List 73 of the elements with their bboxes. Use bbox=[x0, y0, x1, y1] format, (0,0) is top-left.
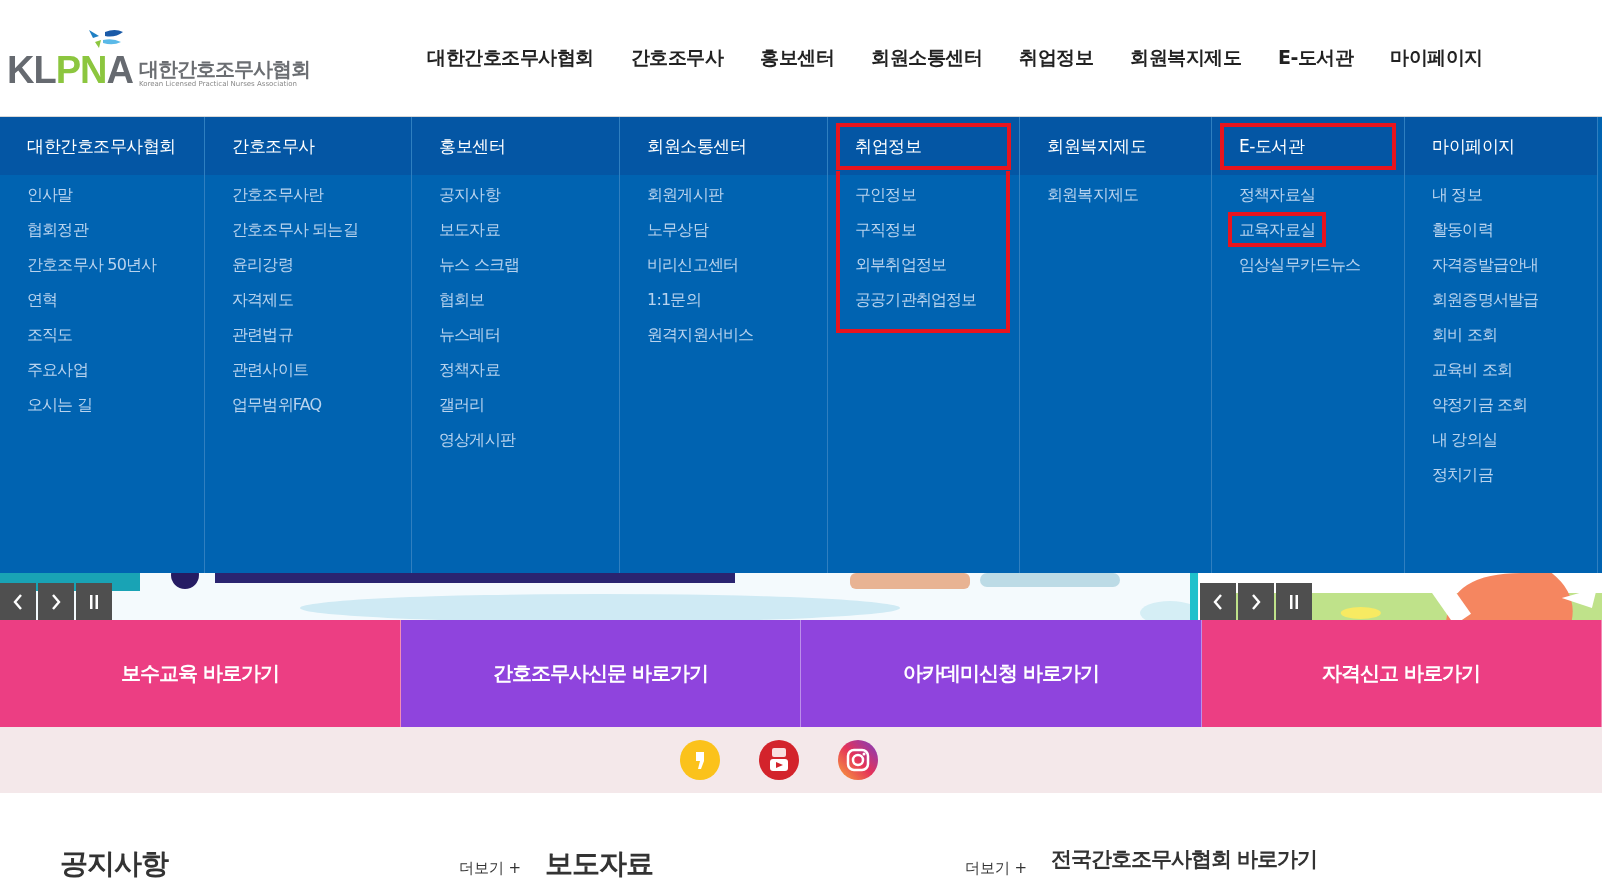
next-button[interactable] bbox=[1238, 583, 1274, 620]
menu-item[interactable]: 주요사업 bbox=[16, 352, 99, 387]
menu-item[interactable]: 교육비 조회 bbox=[1421, 352, 1524, 387]
menu-item[interactable]: 자격제도 bbox=[221, 282, 304, 317]
menu-item[interactable]: 정치기금 bbox=[1421, 457, 1504, 492]
menu-item[interactable]: 구직정보 bbox=[844, 212, 927, 247]
menu-item[interactable]: 뉴스레터 bbox=[428, 317, 511, 352]
pause-icon bbox=[1289, 593, 1299, 610]
menu-heading[interactable]: E-도서관 bbox=[1220, 122, 1396, 170]
more-link[interactable]: 더보기 + bbox=[964, 859, 1027, 878]
menu-item[interactable]: 임상실무카드뉴스 bbox=[1228, 247, 1372, 282]
nav-link[interactable]: 간호조무사 bbox=[630, 45, 723, 71]
menu-item[interactable]: 회원증명서발급 bbox=[1421, 282, 1550, 317]
menu-item[interactable]: 정책자료 bbox=[428, 352, 511, 387]
menu-item[interactable]: 약정기금 조회 bbox=[1421, 387, 1539, 422]
menu-item[interactable]: 교육자료실 bbox=[1228, 212, 1326, 247]
previous-icon bbox=[1213, 593, 1223, 610]
menu-item[interactable]: 노무상담 bbox=[636, 212, 719, 247]
menu-item[interactable]: 조직도 bbox=[16, 317, 84, 352]
menu-item[interactable]: 1:1문의 bbox=[636, 282, 712, 317]
pause-button[interactable] bbox=[1276, 583, 1312, 620]
nav-link[interactable]: 홍보센터 bbox=[760, 45, 834, 71]
menu-item[interactable]: 관련법규 bbox=[221, 317, 304, 352]
menu-item[interactable]: 구인정보 bbox=[844, 177, 927, 212]
menu-heading[interactable]: 취업정보 bbox=[836, 122, 1011, 170]
logo-wordmark: KLPNA bbox=[7, 50, 133, 89]
menu-item[interactable]: 외부취업정보 bbox=[844, 247, 958, 282]
section-title: 공지사항 bbox=[60, 846, 168, 882]
menu-item[interactable]: 자격증발급안내 bbox=[1421, 247, 1550, 282]
next-icon bbox=[1251, 593, 1261, 610]
menu-item[interactable]: 회원게시판 bbox=[636, 177, 734, 212]
menu-item[interactable]: 회비 조회 bbox=[1421, 317, 1509, 352]
nav-link[interactable]: 회원소통센터 bbox=[871, 45, 982, 71]
video-icon[interactable] bbox=[759, 740, 799, 780]
quick-link-button[interactable]: 자격신고 바로가기 bbox=[1201, 620, 1602, 727]
logo-name: 대한간호조무사협회 bbox=[138, 57, 310, 80]
menu-item[interactable]: 뉴스 스크랩 bbox=[428, 247, 531, 282]
menu-item[interactable]: 협회정관 bbox=[16, 212, 99, 247]
menu-item[interactable]: 업무범위FAQ bbox=[221, 387, 333, 422]
menu-item[interactable]: 영상게시판 bbox=[428, 422, 526, 457]
menu-item[interactable]: 갤러리 bbox=[428, 387, 496, 422]
menu-item[interactable]: 오시는 길 bbox=[16, 387, 104, 422]
menu-item[interactable]: 회원복지제도 bbox=[1036, 177, 1150, 212]
menu-item[interactable]: 간호조무사란 bbox=[221, 177, 335, 212]
section-title: 전국간호조무사협회 바로가기 bbox=[1051, 846, 1318, 873]
menu-item[interactable]: 간호조무사 50년사 bbox=[16, 247, 168, 282]
menu-item[interactable]: 내 정보 bbox=[1421, 177, 1493, 212]
nav-link[interactable]: 취업정보 bbox=[1019, 45, 1093, 71]
menu-item[interactable]: 공지사항 bbox=[428, 177, 511, 212]
menu-item[interactable]: 관련사이트 bbox=[221, 352, 319, 387]
menu-item[interactable]: 보도자료 bbox=[428, 212, 511, 247]
menu-item[interactable]: 인사말 bbox=[16, 177, 84, 212]
menu-item[interactable]: 연혁 bbox=[16, 282, 69, 317]
quick-link-button[interactable]: 보수교육 바로가기 bbox=[0, 620, 401, 727]
menu-item[interactable]: 정책자료실 bbox=[1228, 177, 1326, 212]
more-link[interactable]: 더보기 + bbox=[458, 859, 521, 878]
quick-link-button[interactable]: 간호조무사신문 바로가기 bbox=[400, 620, 801, 727]
menu-item[interactable]: 윤리강령 bbox=[221, 247, 304, 282]
quick-link-button[interactable]: 아카데미신청 바로가기 bbox=[801, 620, 1202, 727]
section-title: 보도자료 bbox=[545, 846, 653, 882]
nav-link[interactable]: 마이페이지 bbox=[1390, 45, 1483, 71]
nav-link[interactable]: E-도서관 bbox=[1278, 45, 1354, 71]
previous-button[interactable] bbox=[1200, 583, 1236, 620]
camera-icon[interactable] bbox=[838, 740, 878, 780]
nav-link[interactable]: 회원복지제도 bbox=[1130, 45, 1241, 71]
nav-link[interactable]: 대한간호조무사협회 bbox=[427, 45, 594, 71]
menu-item[interactable]: 활동이력 bbox=[1421, 212, 1504, 247]
menu-item[interactable]: 원격지원서비스 bbox=[636, 317, 765, 352]
menu-item[interactable]: 공공기관취업정보 bbox=[844, 282, 988, 317]
menu-item[interactable]: 내 강의실 bbox=[1421, 422, 1509, 457]
menu-item[interactable]: 간호조무사 되는길 bbox=[221, 212, 369, 247]
menu-item[interactable]: 협회보 bbox=[428, 282, 496, 317]
menu-item[interactable]: 비리신고센터 bbox=[636, 247, 750, 282]
